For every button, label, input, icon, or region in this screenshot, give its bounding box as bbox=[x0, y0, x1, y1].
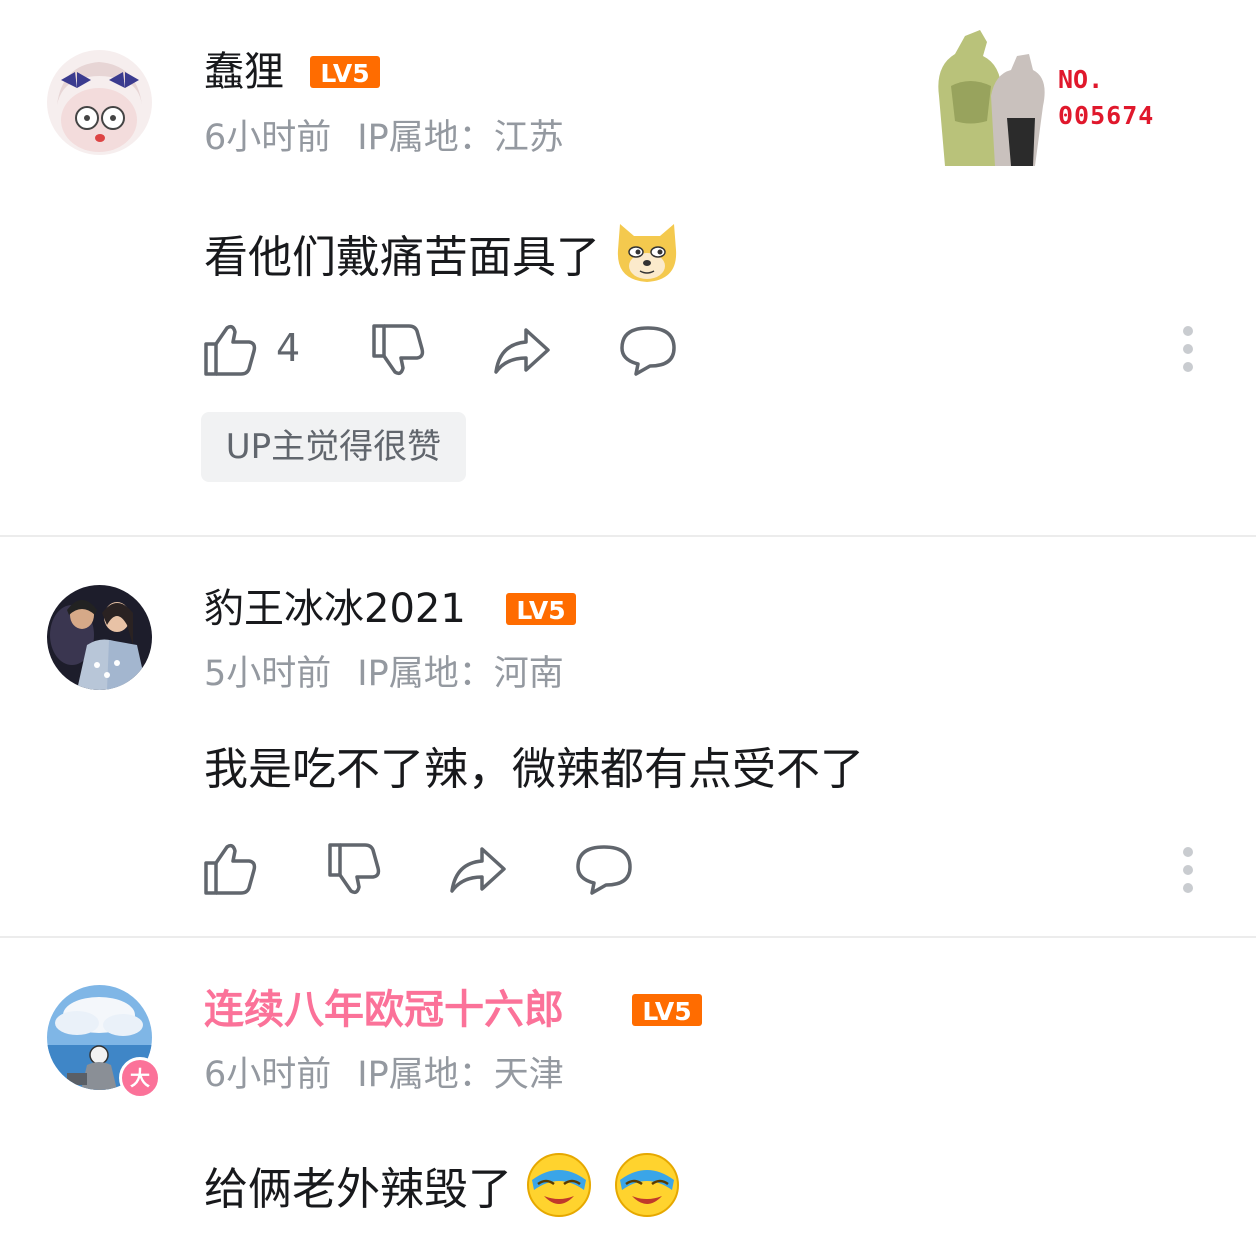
level-badge: LV5 bbox=[310, 56, 380, 88]
level-text: LV5 bbox=[516, 596, 565, 625]
share-icon[interactable] bbox=[448, 839, 508, 899]
laugh-cry-emoji bbox=[524, 1150, 594, 1234]
ip-location: IP属地：河南 bbox=[357, 654, 564, 694]
comment-content: 给俩老外辣毁了 bbox=[204, 1150, 682, 1234]
more-icon[interactable] bbox=[1176, 325, 1200, 373]
laugh-cry-emoji bbox=[612, 1150, 682, 1234]
comment-meta: 6小时前 IP属地：天津 bbox=[204, 1054, 564, 1096]
reply-icon[interactable] bbox=[618, 320, 678, 380]
username[interactable]: 蠢狸 bbox=[204, 48, 284, 96]
dislike-icon[interactable] bbox=[324, 839, 384, 899]
comment-content: 我是吃不了辣，微辣都有点受不了 bbox=[204, 742, 864, 798]
avatar-wrapper: 大 bbox=[47, 985, 161, 1099]
badge-number: 005674 bbox=[1058, 101, 1154, 130]
comment-time: 5小时前 bbox=[204, 654, 332, 694]
like-icon[interactable] bbox=[200, 320, 260, 380]
doge-emoji bbox=[614, 220, 680, 300]
username[interactable]: 连续八年欧冠十六郎 bbox=[204, 986, 564, 1034]
comment-item: 蠢狸 LV5 6小时前 IP属地：江苏 NO. 005674 看他们戴痛苦面具了 bbox=[0, 0, 1256, 535]
avatar-badge-text: 大 bbox=[130, 1066, 150, 1090]
comment-text: 看他们戴痛苦面具了 bbox=[204, 232, 600, 283]
level-text: LV5 bbox=[320, 59, 369, 88]
comment-time: 6小时前 bbox=[204, 118, 332, 158]
comment-item: 大 连续八年欧冠十六郎 LV5 6小时前 IP属地：天津 给俩老外辣毁了 bbox=[0, 938, 1256, 1253]
comment-meta: 6小时前 IP属地：江苏 bbox=[204, 117, 564, 159]
dislike-icon[interactable] bbox=[368, 320, 428, 380]
level-text: LV5 bbox=[642, 997, 691, 1026]
comment-text: 给俩老外辣毁了 bbox=[204, 1164, 512, 1215]
like-count: 4 bbox=[276, 326, 301, 370]
avatar[interactable] bbox=[47, 585, 152, 690]
level-badge: LV5 bbox=[506, 593, 576, 625]
comment-meta: 5小时前 IP属地：河南 bbox=[204, 653, 564, 695]
comment-text: 我是吃不了辣，微辣都有点受不了 bbox=[204, 744, 864, 795]
comment-item: 豹王冰冰2021 LV5 5小时前 IP属地：河南 我是吃不了辣，微辣都有点受不了 bbox=[0, 537, 1256, 936]
up-liked-chip: UP主觉得很赞 bbox=[201, 412, 466, 482]
badge-label: NO. bbox=[1058, 65, 1103, 94]
reply-icon[interactable] bbox=[574, 839, 634, 899]
avatar[interactable] bbox=[47, 50, 152, 155]
fan-badge-image[interactable]: NO. 005674 bbox=[925, 26, 1185, 166]
ip-location: IP属地：江苏 bbox=[357, 118, 564, 158]
like-icon[interactable] bbox=[200, 839, 260, 899]
share-icon[interactable] bbox=[492, 320, 552, 380]
username[interactable]: 豹王冰冰2021 bbox=[204, 585, 466, 633]
comment-content: 看他们戴痛苦面具了 bbox=[204, 220, 680, 300]
level-badge: LV5 bbox=[632, 994, 702, 1026]
comment-time: 6小时前 bbox=[204, 1055, 332, 1095]
more-icon[interactable] bbox=[1176, 846, 1200, 894]
avatar-badge: 大 bbox=[119, 1057, 161, 1099]
ip-location: IP属地：天津 bbox=[357, 1055, 564, 1095]
